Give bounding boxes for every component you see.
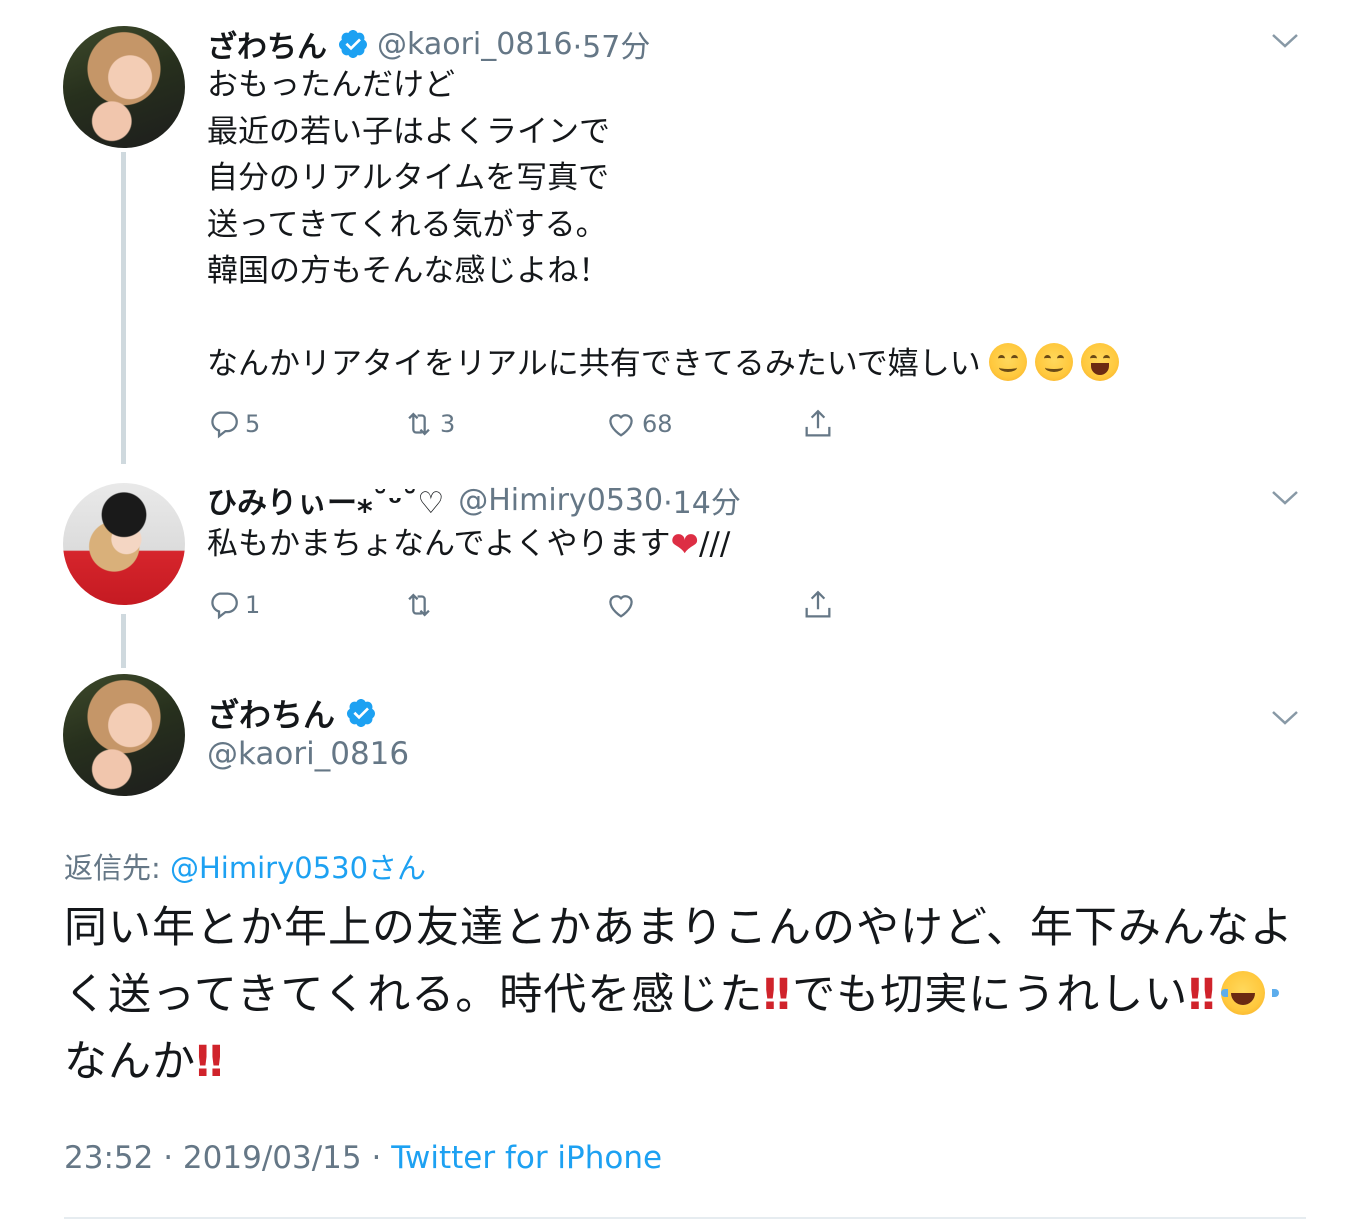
thread-line — [121, 614, 126, 668]
thread-line — [121, 152, 126, 464]
double-exclamation-emoji-icon: ‼ — [1188, 970, 1215, 1020]
reply-button[interactable]: 1 — [207, 588, 260, 622]
verified-badge-icon — [337, 28, 369, 60]
focused-tweet-author: ざわちん — [207, 690, 383, 736]
smiling-face-emoji-icon — [1034, 343, 1073, 381]
heart-icon — [609, 595, 633, 618]
chevron-down-icon[interactable] — [1270, 708, 1300, 728]
share-icon — [805, 409, 831, 437]
tweet-line: 私もかまちょなんでよくやります — [207, 526, 671, 562]
reply-label: 返信先: — [64, 851, 161, 885]
tweet-body: おもったんだけど最近の若い子はよくラインで 自分のリアルタイムを写真で 送ってきてく… — [207, 62, 1119, 388]
retweet-count: 3 — [440, 410, 456, 438]
retweet-button[interactable] — [402, 588, 440, 622]
tweet-time: 23:52 — [64, 1140, 154, 1176]
reply-icon — [211, 592, 238, 620]
tweet-line: おもったんだけど — [207, 67, 455, 103]
separator: · — [371, 1140, 382, 1176]
heart-icon — [609, 414, 633, 437]
display-name[interactable]: ざわちん — [207, 690, 335, 736]
handle[interactable]: @Himiry0530 — [458, 483, 663, 518]
grinning-squinting-face-emoji-icon — [1080, 343, 1119, 381]
tweet-header: ひみりぃー⁎˘ᵕ˘♡ @Himiry0530 ·14分 — [207, 478, 741, 522]
tweet-line — [207, 295, 1119, 342]
verified-badge-icon — [345, 697, 377, 729]
focused-tweet-body: 同い年とか年上の友達とかあまりこんのやけど、年下みんなよく送ってきてくれる。時代… — [64, 895, 1304, 1096]
double-exclamation-emoji-icon: ‼ — [763, 970, 790, 1020]
timestamp[interactable]: ·57分 — [573, 22, 651, 66]
tweet-date: 2019/03/15 — [182, 1140, 362, 1176]
reply-button[interactable]: 5 — [207, 407, 260, 441]
display-name[interactable]: ざわちん — [207, 22, 327, 66]
tweet-line-with-emoji: なんかリアタイをリアルに共有できてるみたいで嬉しい — [207, 341, 1119, 388]
display-name[interactable]: ひみりぃー⁎˘ᵕ˘♡ — [207, 478, 444, 522]
like-count: 68 — [642, 410, 673, 438]
reply-context: 返信先: @Himiry0530さん — [64, 845, 426, 887]
handle[interactable]: @kaori_0816 — [377, 27, 573, 62]
tweet-line-suffix: /// — [698, 526, 731, 562]
reply-icon — [211, 411, 238, 439]
tweet-line: 最近の若い子はよくラインで — [207, 113, 610, 150]
tweet-line: 韓国の方もそんな感じよね！ — [207, 253, 610, 289]
tears-of-joy-emoji-icon — [1221, 971, 1280, 1015]
tweet-line: なんかリアタイをリアルに共有できてるみたいで嬉しい — [207, 346, 981, 382]
tweet-actions: 5 3 68 — [207, 407, 847, 447]
separator: · — [163, 1140, 174, 1176]
smiling-face-emoji-icon — [988, 343, 1027, 381]
tweet-header: ざわちん @kaori_0816 ·57分 — [207, 22, 650, 66]
chevron-down-icon[interactable] — [1270, 31, 1300, 51]
avatar[interactable] — [63, 674, 185, 796]
avatar[interactable] — [63, 483, 185, 605]
like-button[interactable]: 68 — [604, 407, 673, 441]
red-heart-emoji-icon: ❤ — [670, 525, 699, 565]
chevron-down-icon[interactable] — [1270, 488, 1300, 508]
tweet-body: 私もかまちょなんでよくやります❤/// — [207, 521, 730, 569]
reply-count: 5 — [245, 410, 261, 438]
tweet-metadata: 23:52 · 2019/03/15 · Twitter for iPhone — [64, 1140, 662, 1176]
tweet-actions: 1 — [207, 588, 847, 628]
like-button[interactable] — [604, 588, 642, 622]
retweet-button[interactable]: 3 — [402, 407, 455, 441]
divider — [64, 1217, 1306, 1219]
tweet-text: でも切実にうれしい — [792, 970, 1189, 1020]
source-link[interactable]: Twitter for iPhone — [391, 1140, 662, 1176]
double-exclamation-emoji-icon: ‼ — [196, 1037, 223, 1087]
retweet-icon — [408, 593, 430, 617]
share-button[interactable] — [801, 407, 835, 441]
tweet-line: 自分のリアルタイムを写真で — [207, 160, 610, 196]
retweet-icon — [408, 412, 430, 436]
handle[interactable]: @kaori_0816 — [207, 736, 409, 772]
timestamp[interactable]: ·14分 — [663, 478, 741, 522]
share-button[interactable] — [801, 588, 835, 622]
tweet-thread: ざわちん @kaori_0816 ·57分 おもったんだけど最近の若い子はよくラ… — [0, 0, 1370, 1225]
reply-count: 1 — [245, 591, 261, 619]
avatar[interactable] — [63, 26, 185, 148]
tweet-text: なんか — [64, 1037, 196, 1087]
tweet-line: 送ってきてくれる気がする。 — [207, 206, 607, 243]
reply-mention-link[interactable]: @Himiry0530さん — [170, 851, 426, 885]
share-icon — [805, 590, 831, 618]
